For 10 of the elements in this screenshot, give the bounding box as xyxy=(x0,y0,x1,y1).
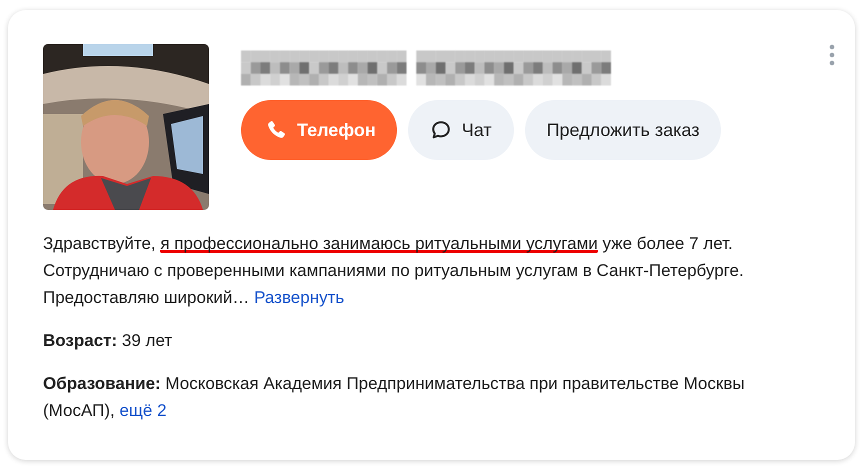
about-text: Здравствуйте, я профессионально занимаюсь ритуальными услугами уже более 7 лет. Сотрудничаю с проверенными кампаниями по ритуальным услугам в Санкт-Петербурге. Предоставляю широкий… Развернуть xyxy=(43,233,745,309)
more-link[interactable]: ещё 2 xyxy=(119,401,167,420)
offer-button[interactable]: Предложить заказ xyxy=(524,100,722,160)
education-text: Образование: Московская Академия Предпринимательства при правительстве Москвы (МосАП), ещё 2 xyxy=(43,373,746,422)
phone-icon xyxy=(265,119,287,141)
more-options-icon[interactable] xyxy=(829,44,835,66)
speech-bubble-icon xyxy=(430,119,452,141)
age-text: Возраст: 39 лет xyxy=(43,330,174,352)
expand-link[interactable]: Развернуть xyxy=(254,288,344,307)
chat-button[interactable]: Чат xyxy=(408,100,514,160)
